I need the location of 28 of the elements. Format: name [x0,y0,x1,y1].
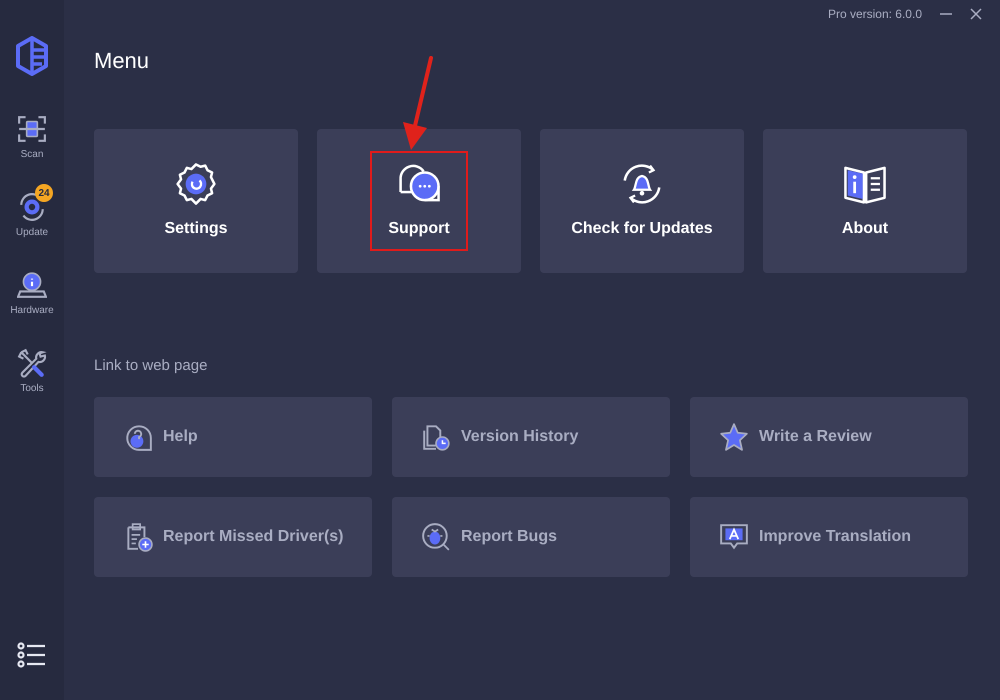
tools-icon [17,348,47,378]
version-label: Pro version: 6.0.0 [828,6,922,23]
sidebar-item[interactable]: Hardware [2,262,62,318]
count-badge: 24 [35,184,53,202]
translation-screen-icon [719,522,749,552]
link-card[interactable]: Report Missed Driver(s) [94,496,372,576]
link-card[interactable]: Improve Translation [690,496,968,576]
link-card[interactable]: Write a Review [690,396,968,476]
sidebar-item[interactable]: Update 24 [2,184,62,240]
sidebar-item[interactable]: Scan [2,106,62,162]
app-logo-icon [15,36,49,76]
menu-icon[interactable] [17,642,47,668]
link-card[interactable]: Report Bugs [392,496,670,576]
link-card[interactable]: Help [94,396,372,476]
link-card[interactable]: Version History [392,396,670,476]
menu-card[interactable]: Settings [94,129,298,273]
sidebar-item[interactable]: Tools [2,340,62,396]
bug-icon [421,522,451,552]
close-icon[interactable] [970,8,982,20]
menu-card[interactable]: Support [317,129,521,273]
section-heading: Link to web page [94,356,208,376]
scan-icon [17,114,47,144]
star-icon [719,422,749,452]
laptop-info-icon [17,270,47,300]
menu-card[interactable]: Check for Updates [540,129,744,273]
menu-card[interactable]: About [763,129,967,273]
page-title: Menu [94,47,150,75]
highlight-frame: Support [372,153,466,249]
